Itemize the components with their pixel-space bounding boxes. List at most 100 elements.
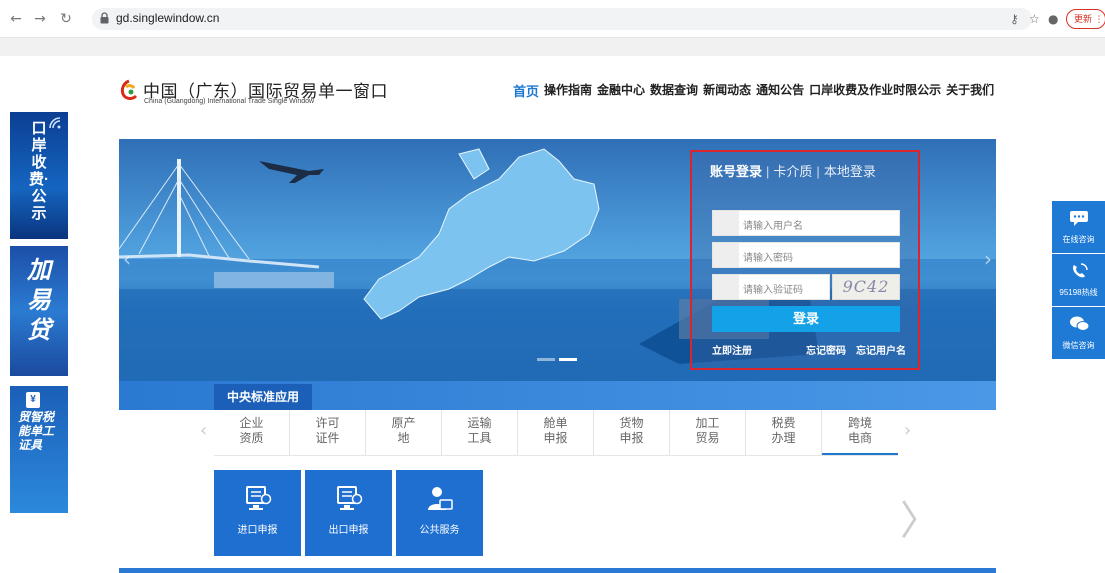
trade-tools-ad-text: 贸智税能单工证具 (18, 410, 55, 452)
nav-home[interactable]: 首页 (513, 81, 539, 100)
computer-icon (336, 486, 362, 510)
cat-label: 跨境 (847, 416, 872, 430)
password-field[interactable]: 请输入密码 (712, 242, 900, 268)
back-icon[interactable]: ← (8, 11, 24, 27)
cat-label: 原产 (391, 416, 416, 430)
address-bar[interactable] (92, 8, 1032, 30)
cat-transport[interactable]: 运输 工具 (442, 410, 518, 455)
loan-ad[interactable]: 加易贷 (10, 246, 68, 376)
wechat-button[interactable]: 微信咨询 (1052, 307, 1105, 359)
cat-label: 申报 (543, 431, 568, 445)
update-label: 更新 (1074, 14, 1093, 24)
hero-prev-icon[interactable]: ‹ (123, 247, 131, 271)
profile-icon[interactable]: ● (1048, 12, 1058, 26)
nav-data-query[interactable]: 数据查询 (650, 81, 698, 100)
online-consult-label: 在线咨询 (1062, 235, 1095, 244)
main-nav: 首页 操作指南 金融中心 数据查询 新闻动态 通知公告 口岸收费及作业时限公示 … (513, 81, 994, 100)
forward-icon[interactable]: → (32, 11, 48, 27)
bottom-band (119, 568, 996, 573)
nav-about[interactable]: 关于我们 (946, 81, 994, 100)
cat-label: 资质 (239, 431, 264, 445)
computer-icon (245, 486, 271, 510)
cat-license[interactable]: 许可 证件 (290, 410, 366, 455)
nav-news[interactable]: 新闻动态 (703, 81, 751, 100)
phone-icon (1072, 263, 1088, 278)
tab-local-login[interactable]: 本地登录 (824, 164, 876, 179)
user-service-icon (427, 487, 453, 510)
password-placeholder: 请输入密码 (743, 253, 793, 264)
hotline-button[interactable]: 95198热线 (1052, 254, 1105, 306)
wechat-label: 微信咨询 (1062, 341, 1095, 350)
nav-finance[interactable]: 金融中心 (597, 81, 645, 100)
cat-label: 工具 (467, 431, 492, 445)
trade-tools-ad[interactable]: ¥ 贸智税能单工证具 (10, 386, 68, 513)
cat-label: 许可 (315, 416, 340, 430)
cat-tax[interactable]: 税费 办理 (746, 410, 822, 455)
username-placeholder: 请输入用户名 (743, 221, 803, 232)
captcha-field[interactable]: 请输入验证码 (712, 274, 830, 300)
cat-label: 贸易 (695, 431, 720, 445)
import-declaration-label: 进口申报 (237, 525, 278, 536)
port-fee-ad-text: 口岸收费·公示 (29, 120, 49, 222)
public-service-tile[interactable]: 公共服务 (396, 470, 483, 556)
signal-icon (49, 117, 61, 129)
url-text[interactable]: gd.singlewindow.cn (116, 11, 219, 25)
nav-port-fees[interactable]: 口岸收费及作业时限公示 (809, 81, 941, 100)
cat-ecommerce[interactable]: 跨境 电商 (822, 410, 898, 455)
cat-label: 舱单 (543, 416, 568, 430)
login-button[interactable]: 登录 (712, 306, 900, 332)
cat-goods[interactable]: 货物 申报 (594, 410, 670, 455)
update-button[interactable]: 更新 ⋮ (1066, 9, 1105, 29)
cat-label: 申报 (619, 431, 644, 445)
cat-enterprise[interactable]: 企业 资质 (214, 410, 290, 455)
cat-origin[interactable]: 原产地 (366, 410, 442, 455)
star-icon[interactable]: ☆ (1029, 12, 1040, 26)
lock-icon (713, 243, 739, 267)
central-standard-tab[interactable]: 中央标准应用 (214, 384, 312, 410)
captcha-placeholder: 请输入验证码 (743, 285, 803, 296)
import-declaration-tile[interactable]: 进口申报 (214, 470, 301, 556)
category-prev-icon[interactable]: ‹ (200, 420, 207, 441)
tab-account-login[interactable]: 账号登录 (710, 164, 762, 179)
export-declaration-tile[interactable]: 出口申报 (305, 470, 392, 556)
username-field[interactable]: 请输入用户名 (712, 210, 900, 236)
tiles-next-icon[interactable]: 〉 (900, 488, 940, 546)
cat-label: 运输 (467, 416, 492, 430)
nav-guide[interactable]: 操作指南 (544, 81, 592, 100)
cat-label: 电商 (847, 431, 872, 445)
slider-dots[interactable] (537, 358, 577, 361)
wechat-icon (1069, 316, 1089, 331)
shield-icon (713, 275, 739, 299)
register-link[interactable]: 立即注册 (712, 342, 752, 357)
browser-toolbar: ← → ↻ gd.singlewindow.cn ⚷ ☆ ● 更新 ⋮ (0, 0, 1105, 38)
export-declaration-label: 出口申报 (328, 525, 369, 536)
cat-label: 办理 (771, 431, 796, 445)
cat-manifest[interactable]: 舱单 申报 (518, 410, 594, 455)
key-icon[interactable]: ⚷ (1010, 12, 1019, 26)
nav-notice[interactable]: 通知公告 (756, 81, 804, 100)
port-fee-ad[interactable]: 口岸收费·公示 (10, 112, 68, 239)
chat-icon (1069, 211, 1088, 226)
cat-label: 证件 (315, 431, 340, 445)
hero-next-icon[interactable]: › (984, 247, 992, 271)
cat-label: 地 (397, 431, 410, 445)
forgot-password-link[interactable]: 忘记密码 (806, 342, 846, 357)
reload-icon[interactable]: ↻ (58, 11, 74, 27)
online-consult-button[interactable]: 在线咨询 (1052, 201, 1105, 253)
site-subtitle: China (Guangdong) International Trade Si… (144, 98, 315, 105)
bookmark-strip (0, 38, 1105, 56)
login-tabs: 账号登录 | 卡介质 | 本地登录 (710, 164, 876, 179)
document-icon: ¥ (26, 392, 40, 408)
login-panel: 账号登录 | 卡介质 | 本地登录 请输入用户名 请输入密码 请输入验证码 9C42 登… (690, 150, 920, 370)
logo-icon (120, 79, 138, 100)
hotline-label: 95198热线 (1059, 288, 1098, 297)
loan-ad-text: 加易贷 (27, 257, 51, 344)
category-next-icon[interactable]: › (904, 420, 911, 441)
cat-label: 税费 (771, 416, 796, 430)
user-icon (713, 211, 739, 235)
captcha-image[interactable]: 9C42 (832, 274, 900, 300)
tab-card-login[interactable]: 卡介质 (773, 164, 812, 179)
forgot-username-link[interactable]: 忘记用户名 (856, 342, 906, 357)
cat-processing[interactable]: 加工 贸易 (670, 410, 746, 455)
cat-label: 企业 (239, 416, 264, 430)
